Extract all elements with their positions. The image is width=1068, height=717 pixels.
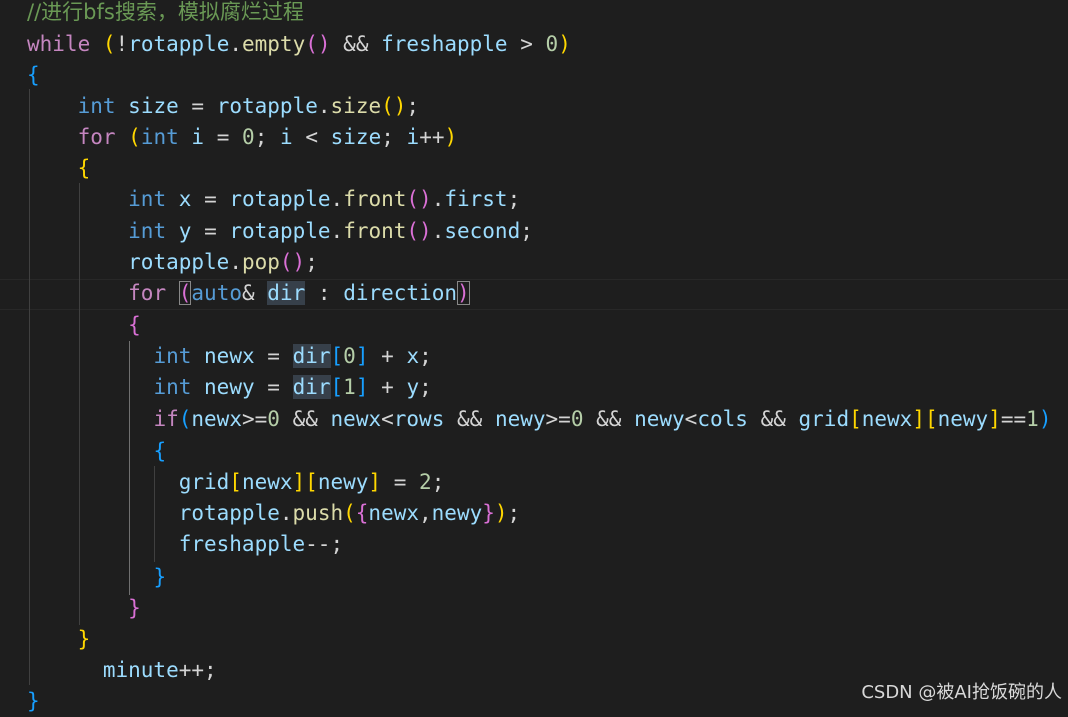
comment: //进行bfs搜索，模拟腐烂过程 [27, 0, 304, 24]
code-line-4: int size = rotapple.size(); [77, 94, 420, 118]
code-line-6: { [77, 156, 91, 180]
code-line-22: minute++; [102, 658, 217, 682]
code-line-12: int newx = dir[0] + x; [153, 344, 432, 368]
code-line-7: int x = rotapple.front().first; [128, 187, 521, 211]
code-line-17: rotapple.push({newx,newy}); [178, 501, 521, 525]
matched-bracket: ( [178, 281, 192, 305]
identifier-rotapple: rotapple [128, 32, 230, 56]
code-line-21: } [77, 627, 91, 651]
code-line-20: } [128, 596, 141, 620]
highlighted-identifier-dir: dir [292, 375, 331, 399]
code-line-8: int y = rotapple.front().second; [128, 219, 533, 243]
identifier-freshapple: freshapple [381, 32, 508, 56]
bracket: ( [102, 32, 116, 56]
code-editor[interactable]: //进行bfs搜索，模拟腐烂过程 while (!rotapple.empty(… [0, 0, 1068, 713]
matched-bracket: ) [457, 281, 470, 305]
code-line-10: for (auto& dir : direction) [128, 281, 470, 305]
code-line-5: for (int i = 0; i < size; i++) [77, 125, 458, 149]
watermark: CSDN @被AI抢饭碗的人 [861, 682, 1062, 703]
highlighted-identifier-dir: dir [292, 344, 331, 368]
selected-identifier-dir: dir [267, 281, 306, 305]
keyword-while: while [27, 32, 91, 56]
code-line-14: if(newx>=0 && newx<rows && newy>=0 && ne… [153, 407, 1052, 431]
code-line-2: while (!rotapple.empty() && freshapple >… [27, 32, 571, 56]
function-empty: empty [242, 32, 306, 56]
code-line-23: } [27, 689, 40, 713]
code-line-11: { [128, 313, 141, 337]
code-line-3: { [27, 63, 40, 87]
code-line-13: int newy = dir[1] + y; [153, 375, 432, 399]
code-line-18: freshapple--; [178, 532, 344, 556]
code-line-1: //进行bfs搜索，模拟腐烂过程 [27, 0, 304, 28]
code-line-9: rotapple.pop(); [128, 250, 318, 274]
code-line-19: } [153, 565, 167, 589]
code-line-16: grid[newx][newy] = 2; [178, 470, 445, 494]
code-line-15: { [153, 439, 167, 463]
